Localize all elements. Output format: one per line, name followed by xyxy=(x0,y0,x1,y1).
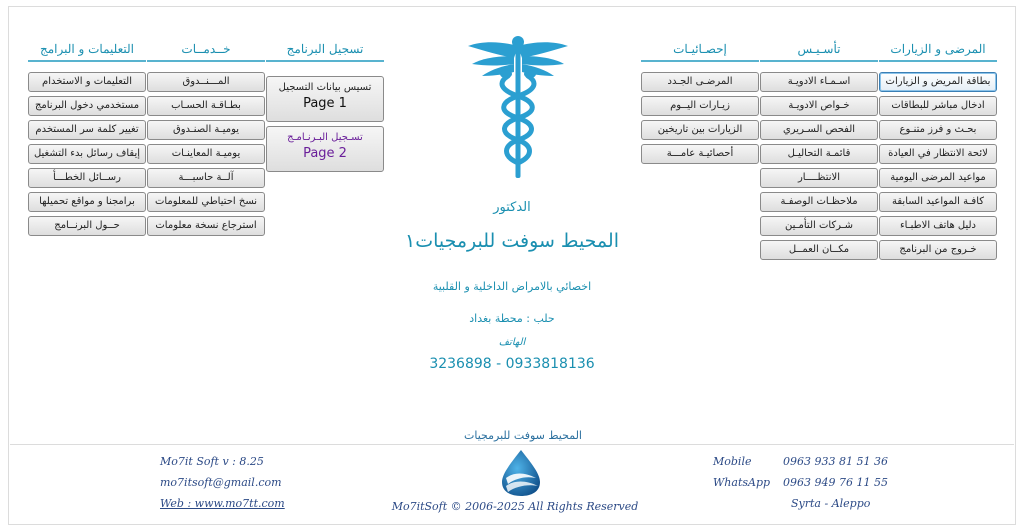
caduceus-icon xyxy=(468,36,568,178)
mobile-label: Mobile xyxy=(713,455,752,468)
doctors-phone-directory-button[interactable]: دليل هاتف الاطبـاء xyxy=(879,216,997,236)
registration-page-1: Page 1 xyxy=(303,96,347,111)
column-statistics: إحصـائيـات المرضـى الجـدد زيـارات اليــو… xyxy=(641,38,759,168)
our-programs-button[interactable]: برامجنا و مواقع تحميلها xyxy=(28,192,146,212)
drug-names-button[interactable]: اسـمـاء الادويـة xyxy=(760,72,878,92)
register-program-button[interactable]: تسـجيل البـرنـامـج Page 2 xyxy=(266,126,384,172)
mobile-number: 0963 933 81 51 36 xyxy=(783,455,888,468)
whatsapp-number: 0963 949 76 11 55 xyxy=(783,476,888,489)
phone-label: الهاتف xyxy=(498,337,526,348)
daily-appointments-button[interactable]: مواعيد المرضى اليومية xyxy=(879,168,997,188)
change-password-button[interactable]: تغيير كلمة سر المستخدم xyxy=(28,120,146,140)
search-sort-button[interactable]: بحـث و فرز متنـوع xyxy=(879,120,997,140)
restore-backup-button[interactable]: استرجاع نسخة معلومات xyxy=(147,216,265,236)
registration-data-button[interactable]: تسيس بيانات التسجيل Page 1 xyxy=(266,76,384,122)
copyright: Mo7itSoft © 2006-2025 All Rights Reserve… xyxy=(391,500,639,513)
column-divider xyxy=(266,60,384,62)
cashbox-button[interactable]: المـــنــدوق xyxy=(147,72,265,92)
insurance-companies-button[interactable]: شـركات التأمـين xyxy=(760,216,878,236)
clinical-exam-button[interactable]: الفحص السـريري xyxy=(760,120,878,140)
website-link[interactable]: Web : www.mo7tt.com xyxy=(160,497,285,518)
new-patients-button[interactable]: المرضـى الجـدد xyxy=(641,72,759,92)
register-program-label: تسـجيل البـرنـامـج xyxy=(287,132,363,143)
general-statistics-button[interactable]: أحصائيـة عامـــة xyxy=(641,144,759,164)
column-header-registration: تسجيل البرنامج xyxy=(286,42,364,56)
company-name: المحيط سوفت للبرمجيات١ xyxy=(404,230,619,252)
version-info: Mo7it Soft v : 8.25 xyxy=(160,455,264,468)
waiting-list-button[interactable]: لائحة الانتظار في العيادة xyxy=(879,144,997,164)
footer-title: المحيط سوفت للبرمجيات xyxy=(440,429,606,442)
column-divider xyxy=(879,60,997,62)
email-link[interactable]: mo7itsoft@gmail.com xyxy=(160,476,285,497)
about-program-button[interactable]: حــول البرنــامج xyxy=(28,216,146,236)
column-divider xyxy=(760,60,878,62)
column-divider xyxy=(147,60,265,62)
column-header-services: خــدمــات xyxy=(181,42,231,56)
examinations-journal-button[interactable]: يوميـة المعاينـات xyxy=(147,144,265,164)
column-registration: تسجيل البرنامج تسيس بيانات التسجيل Page … xyxy=(266,38,384,176)
workplace-button[interactable]: مكــان العمــل xyxy=(760,240,878,260)
registration-data-label: تسيس بيانات التسجيل xyxy=(278,82,372,93)
lab-tests-list-button[interactable]: قائمـة التحاليـل xyxy=(760,144,878,164)
calculator-button[interactable]: آلــة حاسبـــة xyxy=(147,168,265,188)
city-location: Syrta - Aleppo xyxy=(791,497,871,510)
exit-program-button[interactable]: خـروج من البرنامج xyxy=(879,240,997,260)
stop-startup-messages-button[interactable]: إيقاف رسائل بدء التشغيل xyxy=(28,144,146,164)
clinic-phones: 3236898 - 0933818136 xyxy=(429,356,595,372)
past-appointments-button[interactable]: كافـة المواعيد السابقة xyxy=(879,192,997,212)
column-services: خــدمــات المـــنــدوق بطـاقـة الحسـاب ي… xyxy=(147,38,265,240)
column-header-setup: تأسـيـس xyxy=(797,42,841,56)
doctor-specialty: اخصائي بالامراض الداخلية و القلبية xyxy=(432,280,592,293)
doctor-label: الدكتور xyxy=(493,200,531,215)
clinic-address: حلب : محطة بغداد xyxy=(469,312,555,325)
error-messages-button[interactable]: رســائل الخطـــأ xyxy=(28,168,146,188)
column-setup: تأسـيـس اسـمـاء الادويـة خـواص الادويـة … xyxy=(760,38,878,264)
visits-between-dates-button[interactable]: الزيارات بين تاريخين xyxy=(641,120,759,140)
column-header-statistics: إحصـائيـات xyxy=(673,42,727,56)
program-users-button[interactable]: مستخدمي دخول البرنامج xyxy=(28,96,146,116)
account-card-button[interactable]: بطـاقـة الحسـاب xyxy=(147,96,265,116)
backup-button[interactable]: نسخ احتياطي للمعلومات xyxy=(147,192,265,212)
footer-divider xyxy=(10,444,1014,445)
footer-contact-left: Mo7it Soft v : 8.25 mo7itsoft@gmail.com … xyxy=(160,455,285,518)
column-patients: المرضى و الزيارات بطاقة المريض و الزيارا… xyxy=(879,38,997,264)
waiting-button[interactable]: الانتظــــار xyxy=(760,168,878,188)
drug-properties-button[interactable]: خـواص الادويـة xyxy=(760,96,878,116)
wave-drop-icon xyxy=(502,450,540,496)
prescription-notes-button[interactable]: ملاحظـات الوصفـة xyxy=(760,192,878,212)
whatsapp-label: WhatsApp xyxy=(713,476,771,489)
cashbox-journal-button[interactable]: يوميـة الصنـدوق xyxy=(147,120,265,140)
column-divider xyxy=(28,60,146,62)
registration-page-2: Page 2 xyxy=(303,146,347,161)
instructions-usage-button[interactable]: التعليمات و الاستخدام xyxy=(28,72,146,92)
column-divider xyxy=(641,60,759,62)
column-instructions: التعليمات و البرامج التعليمات و الاستخدا… xyxy=(28,38,146,240)
column-header-patients: المرضى و الزيارات xyxy=(890,42,986,56)
column-header-instructions: التعليمات و البرامج xyxy=(39,42,135,56)
direct-entry-button[interactable]: ادخال مباشر للبطاقات xyxy=(879,96,997,116)
today-visits-button[interactable]: زيـارات اليــوم xyxy=(641,96,759,116)
patient-card-button[interactable]: بطاقة المريض و الزيارات xyxy=(879,72,997,92)
footer-contact-right: Mobile 0963 933 81 51 36 WhatsApp 0963 949… xyxy=(713,455,888,518)
